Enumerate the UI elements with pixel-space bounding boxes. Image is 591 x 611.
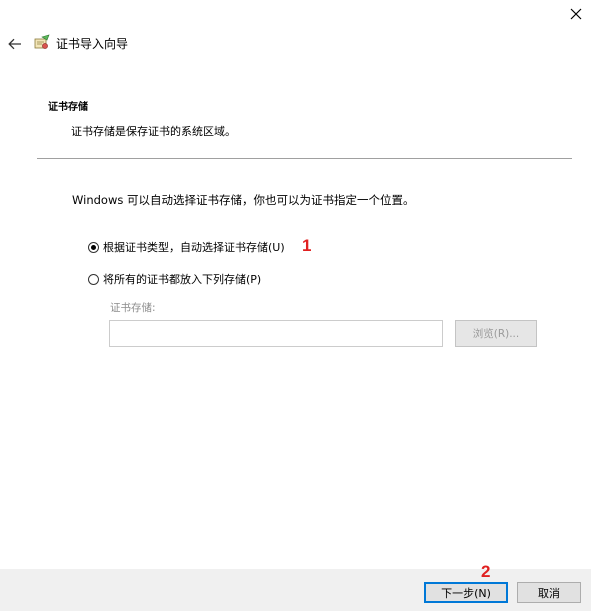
auto-select-option-label[interactable]: 根据证书类型，自动选择证书存储(U): [103, 240, 285, 255]
manual-store-radio-button[interactable]: [88, 274, 99, 285]
auto-select-radio-button[interactable]: [88, 242, 99, 253]
browse-button[interactable]: 浏览(R)...: [455, 320, 537, 347]
auto-select-store-option[interactable]: 根据证书类型，自动选择证书存储(U): [88, 240, 285, 255]
annotation-marker-1: 1: [302, 236, 312, 255]
section-description: 证书存储是保存证书的系统区域。: [71, 125, 236, 138]
wizard-title: 证书导入向导: [56, 37, 129, 51]
back-button[interactable]: [4, 33, 26, 55]
header-separator: [37, 158, 572, 159]
cancel-button[interactable]: 取消: [517, 582, 581, 603]
certificate-wizard-icon: [34, 34, 50, 49]
section-heading: 证书存储: [48, 102, 88, 113]
certificate-store-field[interactable]: [109, 320, 443, 347]
certificate-import-wizard-window: 证书导入向导 证书存储 证书存储是保存证书的系统区域。 Windows 可以自动…: [0, 0, 591, 611]
annotation-marker-2: 2: [481, 562, 491, 581]
certificate-store-label: 证书存储:: [110, 302, 156, 314]
close-icon: [570, 8, 582, 20]
intro-text: Windows 可以自动选择证书存储，你也可以为证书指定一个位置。: [72, 193, 415, 207]
manual-store-option[interactable]: 将所有的证书都放入下列存储(P): [88, 272, 261, 287]
next-button[interactable]: 下一步(N): [424, 582, 508, 603]
back-arrow-icon: [8, 38, 21, 50]
close-button[interactable]: [564, 2, 588, 26]
manual-store-option-label[interactable]: 将所有的证书都放入下列存储(P): [103, 272, 261, 287]
